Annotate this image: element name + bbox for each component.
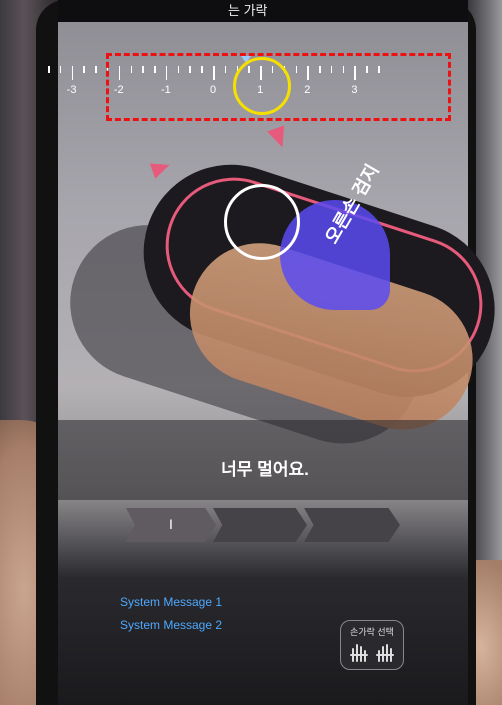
finger-center-ring (224, 184, 300, 260)
progress-step-1-label: I (169, 516, 173, 532)
progress-step-3 (304, 508, 400, 542)
screen-title: 는 가락 (228, 3, 268, 18)
progress-step-2 (213, 508, 307, 542)
hands-icon (350, 644, 394, 662)
status-bar: 는 가락 (58, 0, 468, 22)
ruler-tick-label: -3 (66, 84, 77, 96)
ruler-tick (95, 66, 97, 73)
finger-select-button[interactable]: 손가락 선택 (340, 620, 404, 670)
zero-highlight-circle (233, 57, 291, 115)
ruler-tick (71, 66, 74, 80)
guidance-message: 너무 멀어요. (221, 460, 309, 479)
ruler-tick (83, 66, 85, 73)
ruler-tick (59, 66, 62, 73)
ruler-tick (48, 66, 50, 73)
system-message-1: System Message 1 (120, 595, 223, 609)
progress-step-1: I (126, 508, 216, 542)
system-message-2: System Message 2 (120, 618, 223, 632)
finger-select-label: 손가락 선택 (350, 627, 394, 637)
